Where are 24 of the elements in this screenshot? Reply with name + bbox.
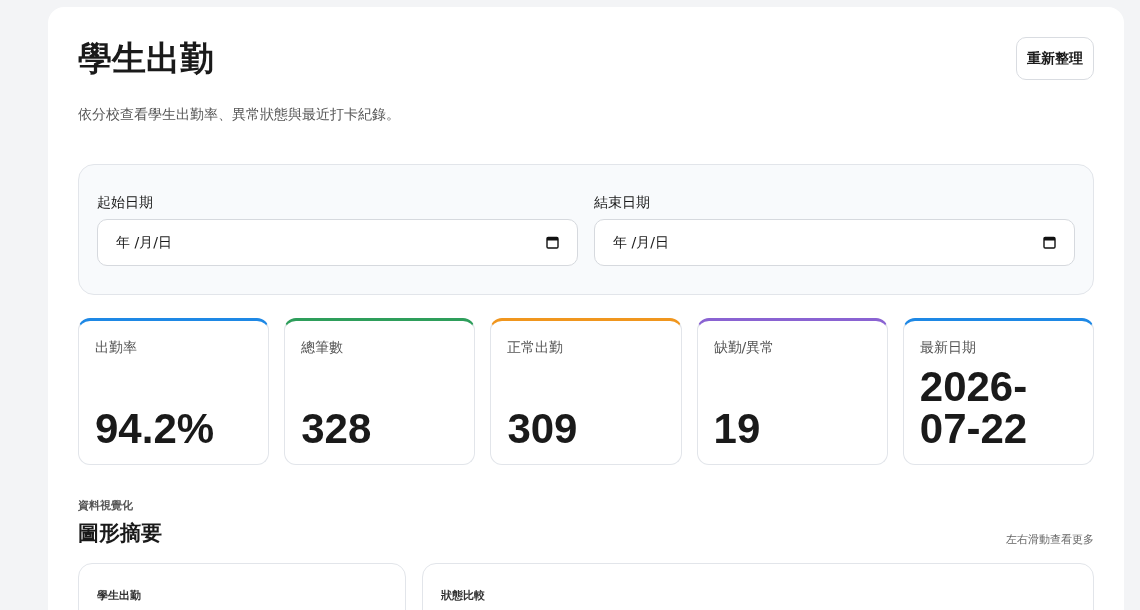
- field-label: 結束日期: [594, 193, 651, 211]
- calendar-icon: [546, 236, 559, 249]
- page-subtitle: 依分校查看學生出勤率、異常狀態與最近打卡紀錄。: [78, 105, 401, 124]
- field-label: 起始日期: [97, 193, 154, 211]
- date-field[interactable]: 年 /月/日: [594, 219, 1075, 266]
- stat-label: 總筆數: [301, 338, 345, 356]
- stat-value: 328: [301, 408, 373, 450]
- scroll-hint: 左右滑動查看更多: [1006, 532, 1094, 547]
- stat-value: 2026-07-22: [919, 366, 1029, 450]
- section-title: 圖形摘要: [78, 520, 162, 547]
- stat-label: 正常出勤: [507, 338, 565, 356]
- calendar-icon: [1043, 236, 1056, 249]
- stat-label: 缺勤/異常: [713, 338, 776, 356]
- page-title: 學生出勤: [78, 37, 214, 79]
- chart-title: 狀態比較: [441, 589, 485, 602]
- stat-value: 19: [713, 408, 762, 450]
- refresh-button[interactable]: 重新整理: [1016, 37, 1094, 80]
- stat-label: 出勤率: [95, 338, 138, 356]
- date-field[interactable]: 年 /月/日: [97, 219, 578, 266]
- stat-value: 309: [507, 408, 579, 450]
- stat-value: 94.2%: [95, 408, 216, 450]
- stat-label: 最新日期: [919, 338, 977, 356]
- chart-title: 學生出勤: [97, 589, 141, 602]
- section-eyebrow: 資料視覺化: [78, 498, 134, 513]
